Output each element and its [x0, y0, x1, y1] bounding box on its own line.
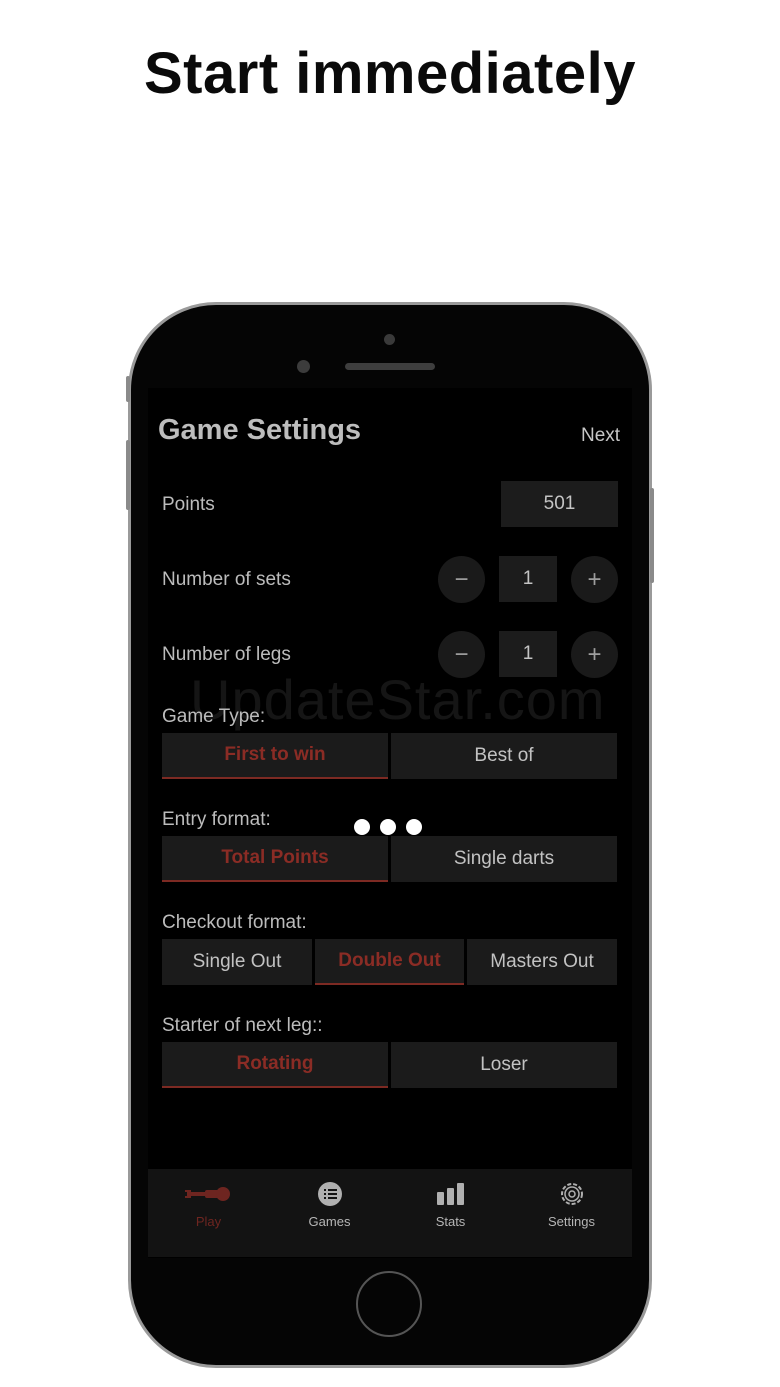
segment-masters-out[interactable]: Masters Out: [467, 939, 617, 985]
next-button[interactable]: Next: [581, 425, 620, 447]
tab-stats[interactable]: Stats: [390, 1169, 511, 1257]
list-icon: [269, 1181, 390, 1207]
sets-label: Number of sets: [162, 569, 291, 590]
tab-stats-label: Stats: [435, 1214, 466, 1229]
entry-format-label: Entry format:: [162, 809, 271, 830]
segment-loser[interactable]: Loser: [391, 1042, 617, 1088]
page-title: Game Settings: [158, 414, 362, 446]
points-label: Points: [162, 494, 215, 515]
segment-double-out[interactable]: Double Out: [315, 939, 464, 985]
loading-indicator: [354, 819, 432, 840]
legs-value: 1: [499, 631, 557, 677]
gear-icon: [511, 1181, 632, 1207]
segment-total-points[interactable]: Total Points: [162, 836, 388, 882]
front-camera: [384, 334, 395, 345]
tab-settings-label: Settings: [548, 1214, 595, 1229]
dart-icon: [148, 1181, 269, 1207]
legs-decrement-button[interactable]: −: [438, 631, 485, 678]
earpiece-speaker: [345, 363, 435, 370]
sets-increment-button[interactable]: +: [571, 556, 618, 603]
bar-chart-icon: [390, 1181, 511, 1207]
power-button: [650, 488, 654, 583]
home-button[interactable]: [356, 1271, 422, 1337]
legs-increment-button[interactable]: +: [571, 631, 618, 678]
segment-single-out[interactable]: Single Out: [162, 939, 312, 985]
points-value-field[interactable]: 501: [501, 481, 618, 527]
sets-decrement-button[interactable]: −: [438, 556, 485, 603]
volume-up-button: [126, 440, 130, 510]
tab-bar: Play Games Stats Settings: [148, 1169, 632, 1257]
segment-rotating[interactable]: Rotating: [162, 1042, 388, 1088]
checkout-format-label: Checkout format:: [162, 912, 307, 933]
segment-single-darts[interactable]: Single darts: [391, 836, 617, 882]
sets-value: 1: [499, 556, 557, 602]
legs-label: Number of legs: [162, 644, 291, 665]
proximity-sensor: [297, 360, 310, 373]
tab-play[interactable]: Play: [148, 1169, 269, 1257]
starter-label: Starter of next leg::: [162, 1015, 323, 1036]
tab-settings[interactable]: Settings: [511, 1169, 632, 1257]
segment-first-to-win[interactable]: First to win: [162, 733, 388, 779]
tab-games[interactable]: Games: [269, 1169, 390, 1257]
tab-games-label: Games: [308, 1214, 351, 1229]
mute-switch: [126, 376, 130, 402]
game-type-label: Game Type:: [162, 706, 266, 727]
tab-play-label: Play: [195, 1214, 222, 1229]
segment-best-of[interactable]: Best of: [391, 733, 617, 779]
headline: Start immediately: [143, 41, 636, 106]
